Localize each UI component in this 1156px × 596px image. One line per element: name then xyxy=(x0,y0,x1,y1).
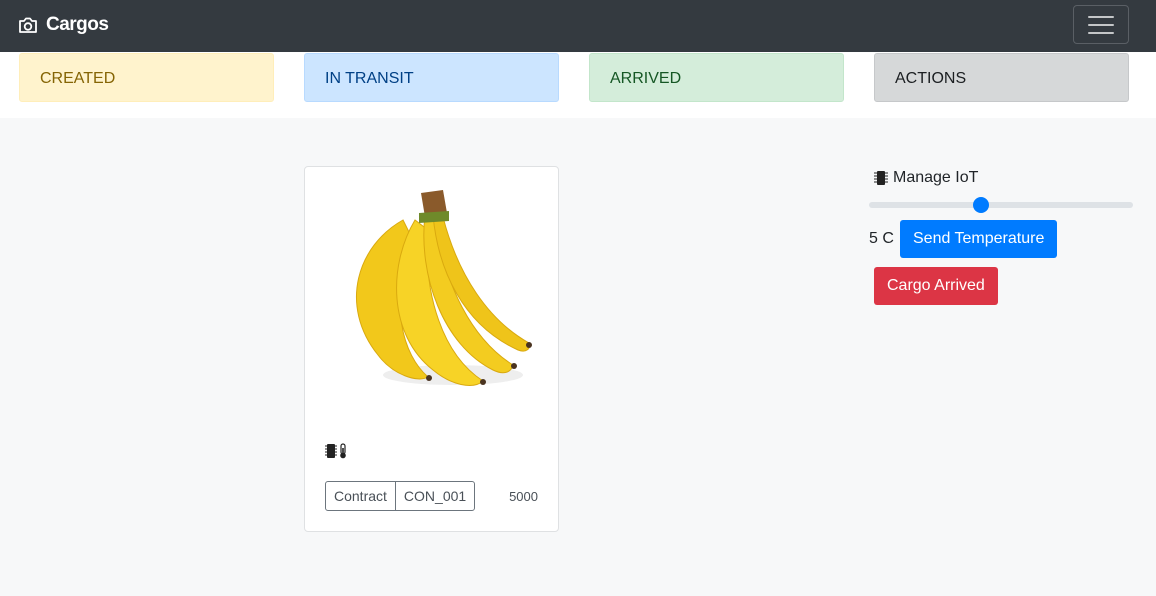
status-arrived[interactable]: ARRIVED xyxy=(589,53,844,102)
contract-label-button[interactable]: Contract xyxy=(326,482,395,510)
contract-id-button[interactable]: CON_001 xyxy=(394,482,474,510)
slider-track[interactable] xyxy=(869,202,1133,208)
status-strip: CREATED IN TRANSIT ARRIVED ACTIONS xyxy=(0,52,1156,118)
slider-thumb[interactable] xyxy=(973,197,989,213)
iot-title-text: Manage IoT xyxy=(893,169,979,186)
cargo-amount: 5000 xyxy=(509,489,538,504)
temperature-row: 5 C Send Temperature xyxy=(869,220,1135,258)
contract-button-group: Contract CON_001 xyxy=(325,481,476,511)
hamburger-menu-button[interactable] xyxy=(1073,5,1129,44)
cargo-arrived-button[interactable]: Cargo Arrived xyxy=(874,267,998,305)
thermometer-icon xyxy=(340,443,346,459)
brand-link[interactable]: Cargos xyxy=(18,13,109,37)
chip-icon xyxy=(325,444,337,458)
banana-bunch-image xyxy=(356,190,532,386)
chip-icon xyxy=(874,171,888,185)
iot-panel: Manage IoT 5 C Send Temperature Cargo Ar… xyxy=(869,167,1135,305)
temperature-slider[interactable] xyxy=(869,195,1133,213)
cargo-card[interactable]: Contract CON_001 5000 xyxy=(304,166,559,532)
iot-title: Manage IoT xyxy=(873,167,1135,189)
sensor-icons xyxy=(325,443,348,459)
status-created[interactable]: CREATED xyxy=(19,53,274,102)
navbar: Cargos xyxy=(0,0,1156,52)
status-actions[interactable]: ACTIONS xyxy=(874,53,1129,102)
hamburger-menu-icon xyxy=(1088,15,1114,18)
send-temperature-button[interactable]: Send Temperature xyxy=(900,220,1058,258)
camera-icon xyxy=(19,17,37,33)
brand-title: Cargos xyxy=(46,14,109,35)
temperature-value: 5 C xyxy=(869,230,894,247)
status-in-transit[interactable]: IN TRANSIT xyxy=(304,53,559,102)
